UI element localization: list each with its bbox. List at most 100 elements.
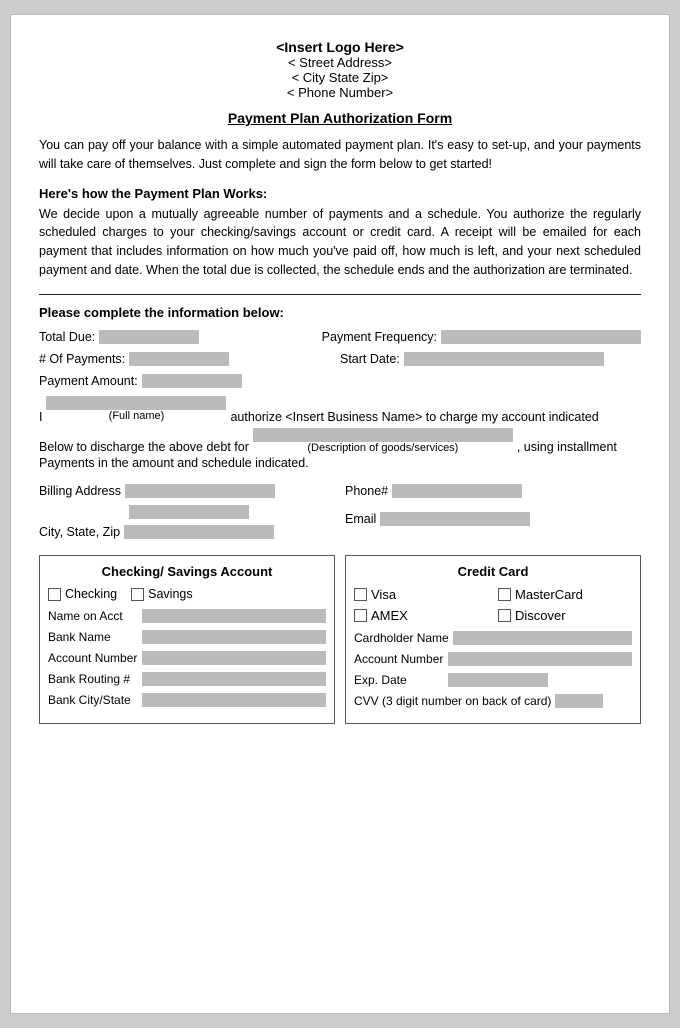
intro-text: You can pay off your balance with a simp… — [39, 136, 641, 174]
city-state-zip-row: City, State, Zip — [39, 525, 335, 539]
phone-number: < Phone Number> — [39, 85, 641, 100]
full-name-input[interactable] — [46, 396, 226, 410]
num-payments-label: # Of Payments: — [39, 352, 125, 366]
how-it-works-body: We decide upon a mutually agreeable numb… — [39, 205, 641, 280]
street-address: < Street Address> — [39, 55, 641, 70]
billing-section: Billing Address City, State, Zip Phone# … — [39, 484, 641, 546]
phone-row: Phone# — [345, 484, 641, 498]
complete-heading: Please complete the information below: — [39, 305, 641, 320]
below-text: Below to discharge the above debt for — [39, 440, 249, 454]
visa-label: Visa — [371, 587, 396, 602]
discover-checkbox-item[interactable]: Discover — [498, 608, 632, 623]
payment-frequency-col: Payment Frequency: — [322, 330, 641, 344]
cardholder-name-input[interactable] — [453, 631, 632, 645]
checking-checkbox[interactable] — [48, 588, 61, 601]
bank-routing-row: Bank Routing # — [48, 672, 326, 686]
payment-amount-label: Payment Amount: — [39, 374, 138, 388]
bank-city-state-label: Bank City/State — [48, 693, 138, 707]
checking-savings-box: Checking/ Savings Account Checking Savin… — [39, 555, 335, 724]
total-due-col: Total Due: — [39, 330, 322, 344]
divider — [39, 294, 641, 295]
billing-address-input2[interactable] — [129, 505, 249, 519]
billing-address-row: Billing Address — [39, 484, 335, 498]
mastercard-label: MasterCard — [515, 587, 583, 602]
cardholder-name-row: Cardholder Name — [354, 631, 632, 645]
city-state-zip: < City State Zip> — [39, 70, 641, 85]
visa-checkbox[interactable] — [354, 588, 367, 601]
email-input[interactable] — [380, 512, 530, 526]
page: <Insert Logo Here> < Street Address> < C… — [10, 14, 670, 1014]
cardholder-name-label: Cardholder Name — [354, 631, 449, 645]
name-on-acct-row: Name on Acct — [48, 609, 326, 623]
account-number-label: Account Number — [48, 651, 138, 665]
phone-label: Phone# — [345, 484, 388, 498]
full-name-label: (Full name) — [109, 410, 165, 422]
description-input[interactable] — [253, 428, 513, 442]
mastercard-checkbox[interactable] — [498, 588, 511, 601]
bank-routing-label: Bank Routing # — [48, 672, 138, 686]
payments-line: Payments in the amount and schedule indi… — [39, 456, 641, 470]
amex-checkbox-item[interactable]: AMEX — [354, 608, 488, 623]
amex-checkbox[interactable] — [354, 609, 367, 622]
phone-input[interactable] — [392, 484, 522, 498]
total-due-input[interactable] — [99, 330, 199, 344]
checking-checkbox-item[interactable]: Checking — [48, 587, 117, 601]
cvv-row: CVV (3 digit number on back of card) — [354, 694, 632, 708]
credit-card-title: Credit Card — [354, 564, 632, 579]
email-label: Email — [345, 512, 376, 526]
num-payments-row: # Of Payments: Start Date: — [39, 352, 641, 366]
bank-city-state-row: Bank City/State — [48, 693, 326, 707]
bank-routing-input[interactable] — [142, 672, 326, 686]
cc-account-number-row: Account Number — [354, 652, 632, 666]
savings-checkbox[interactable] — [131, 588, 144, 601]
checking-savings-checkboxes: Checking Savings — [48, 587, 326, 601]
payment-frequency-input[interactable] — [441, 330, 641, 344]
account-number-input[interactable] — [142, 651, 326, 665]
authorize-text-after: authorize <Insert Business Name> to char… — [230, 410, 598, 424]
name-on-acct-input[interactable] — [142, 609, 326, 623]
credit-card-box: Credit Card Visa MasterCard AMEX Discove… — [345, 555, 641, 724]
cc-account-number-input[interactable] — [448, 652, 632, 666]
num-payments-input[interactable] — [129, 352, 229, 366]
city-state-zip-input[interactable] — [124, 525, 274, 539]
exp-date-row: Exp. Date — [354, 673, 632, 687]
logo-text: <Insert Logo Here> — [39, 39, 641, 55]
start-date-col: Start Date: — [340, 352, 641, 366]
desc-label: (Description of goods/services) — [307, 442, 458, 454]
num-payments-col: # Of Payments: — [39, 352, 340, 366]
payment-frequency-label: Payment Frequency: — [322, 330, 437, 344]
visa-checkbox-item[interactable]: Visa — [354, 587, 488, 602]
start-date-input[interactable] — [404, 352, 604, 366]
city-state-zip-label: City, State, Zip — [39, 525, 120, 539]
mastercard-checkbox-item[interactable]: MasterCard — [498, 587, 632, 602]
using-installment-text: , using installment — [517, 440, 617, 454]
checking-label: Checking — [65, 587, 117, 601]
discover-checkbox[interactable] — [498, 609, 511, 622]
exp-date-input[interactable] — [448, 673, 548, 687]
checking-savings-title: Checking/ Savings Account — [48, 564, 326, 579]
total-due-label: Total Due: — [39, 330, 95, 344]
billing-left: Billing Address City, State, Zip — [39, 484, 335, 546]
authorize-text-before: I — [39, 410, 42, 424]
accounts-section: Checking/ Savings Account Checking Savin… — [39, 555, 641, 724]
billing-address-label: Billing Address — [39, 484, 121, 498]
header: <Insert Logo Here> < Street Address> < C… — [39, 39, 641, 100]
account-number-row: Account Number — [48, 651, 326, 665]
savings-checkbox-item[interactable]: Savings — [131, 587, 192, 601]
discover-label: Discover — [515, 608, 566, 623]
cc-account-number-label: Account Number — [354, 652, 444, 666]
billing-address-input[interactable] — [125, 484, 275, 498]
payment-amount-input[interactable] — [142, 374, 242, 388]
bank-name-label: Bank Name — [48, 630, 138, 644]
cvv-label: CVV (3 digit number on back of card) — [354, 694, 551, 708]
cvv-input[interactable] — [555, 694, 603, 708]
cc-checkboxes: Visa MasterCard AMEX Discover — [354, 587, 632, 623]
bank-city-state-input[interactable] — [142, 693, 326, 707]
email-row: Email — [345, 512, 641, 526]
form-title: Payment Plan Authorization Form — [39, 110, 641, 126]
savings-label: Savings — [148, 587, 192, 601]
bank-name-input[interactable] — [142, 630, 326, 644]
authorize-row: I (Full name) authorize <Insert Business… — [39, 396, 641, 424]
billing-right: Phone# Email — [345, 484, 641, 546]
payment-amount-row: Payment Amount: — [39, 374, 641, 388]
